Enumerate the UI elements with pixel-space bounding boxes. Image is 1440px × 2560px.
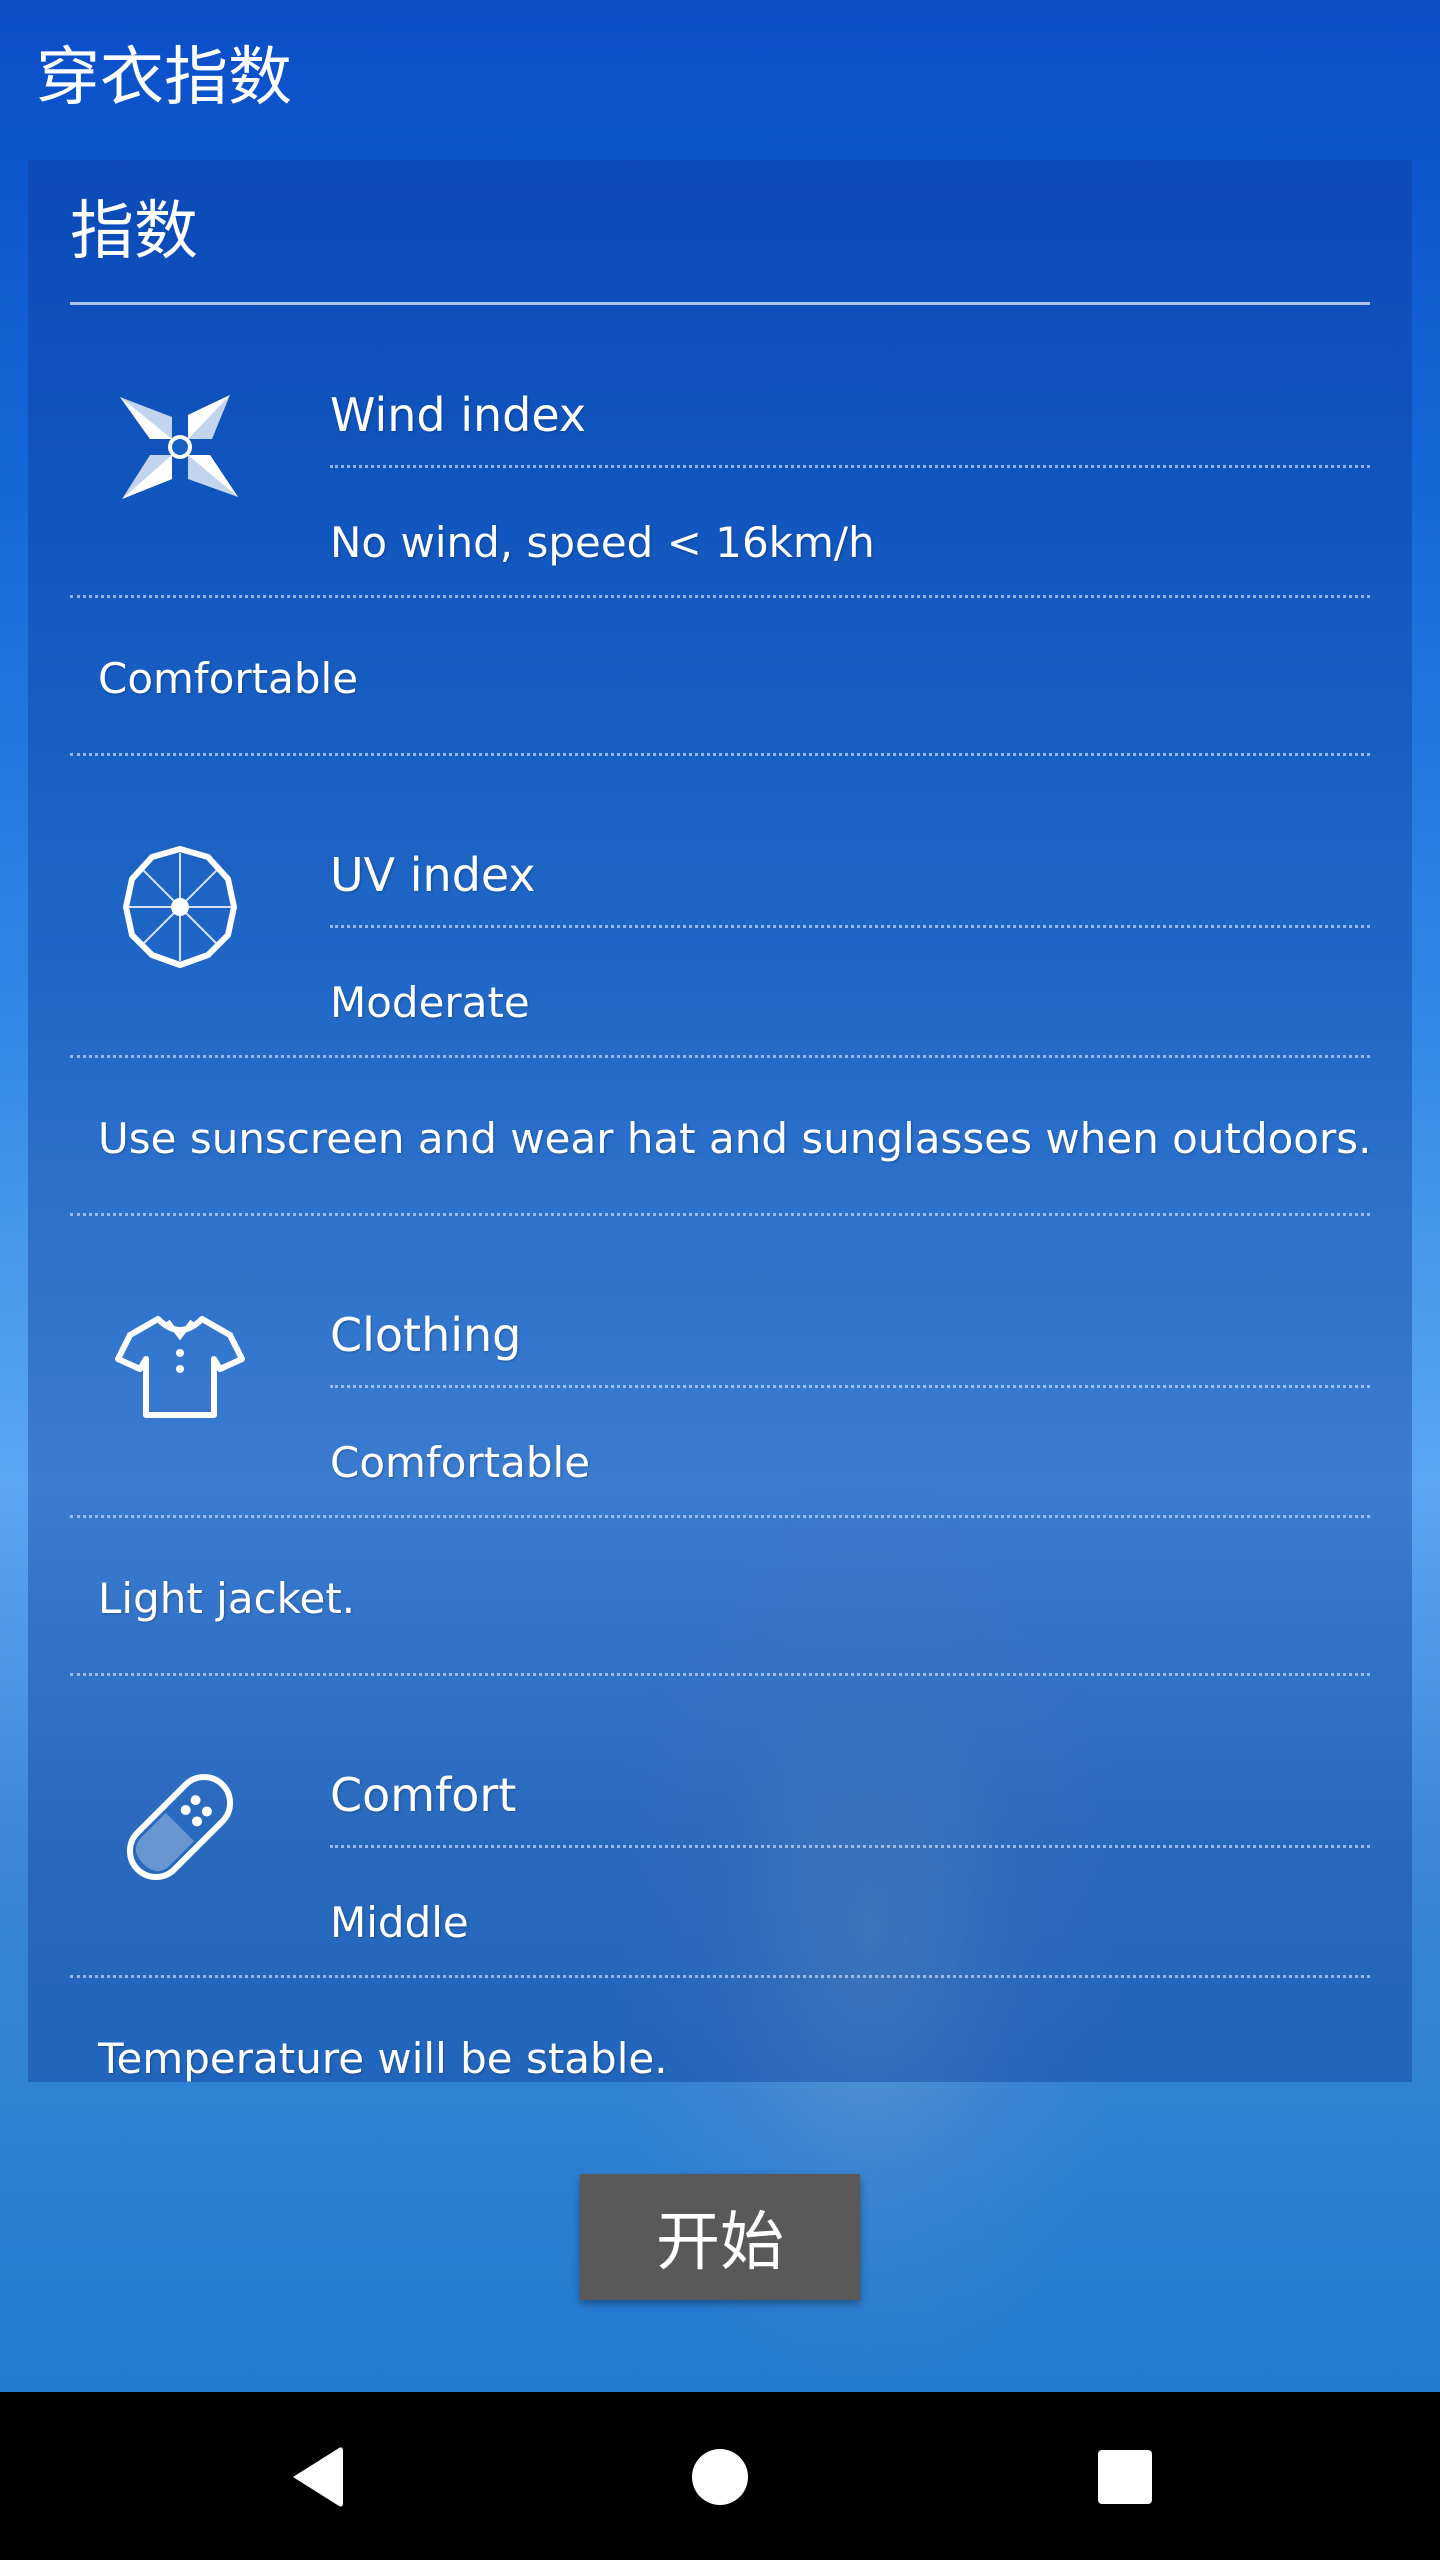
back-icon[interactable]	[260, 2422, 370, 2532]
item-value: Middle	[330, 1898, 469, 1947]
divider	[330, 1385, 1370, 1388]
item-value: Comfortable	[330, 1438, 591, 1487]
divider	[70, 1975, 1370, 1978]
item-title: Clothing	[330, 1308, 522, 1362]
card-header-divider	[70, 302, 1370, 305]
umbrella-icon	[110, 837, 250, 977]
item-title: Comfort	[330, 1768, 517, 1822]
item-description: Temperature will be stable.	[98, 2034, 668, 2082]
start-button[interactable]: 开始	[580, 2174, 860, 2300]
card-header: 指数	[70, 195, 198, 269]
divider	[70, 1515, 1370, 1518]
divider	[330, 925, 1370, 928]
item-description: Comfortable	[98, 654, 359, 703]
item-title: UV index	[330, 848, 536, 902]
divider	[70, 1673, 1370, 1676]
divider	[70, 1213, 1370, 1216]
app-title: 穿衣指数	[36, 41, 292, 115]
divider	[70, 753, 1370, 756]
divider	[330, 465, 1370, 468]
item-description: Use sunscreen and wear hat and sunglasse…	[98, 1114, 1372, 1163]
home-icon[interactable]	[665, 2422, 775, 2532]
item-value: No wind, speed < 16km/h	[330, 518, 875, 567]
item-value: Moderate	[330, 978, 530, 1027]
divider	[70, 1055, 1370, 1058]
bandage-icon	[110, 1757, 250, 1897]
divider	[70, 595, 1370, 598]
divider	[330, 1845, 1370, 1848]
navigation-bar	[0, 2392, 1440, 2560]
item-title: Wind index	[330, 388, 587, 442]
recents-icon[interactable]	[1070, 2422, 1180, 2532]
index-card[interactable]: 指数 Wind index No wind, speed < 16km/h Co…	[28, 160, 1412, 2082]
pinwheel-icon	[110, 377, 250, 517]
item-description: Light jacket.	[98, 1574, 356, 1623]
tshirt-icon	[110, 1297, 250, 1437]
